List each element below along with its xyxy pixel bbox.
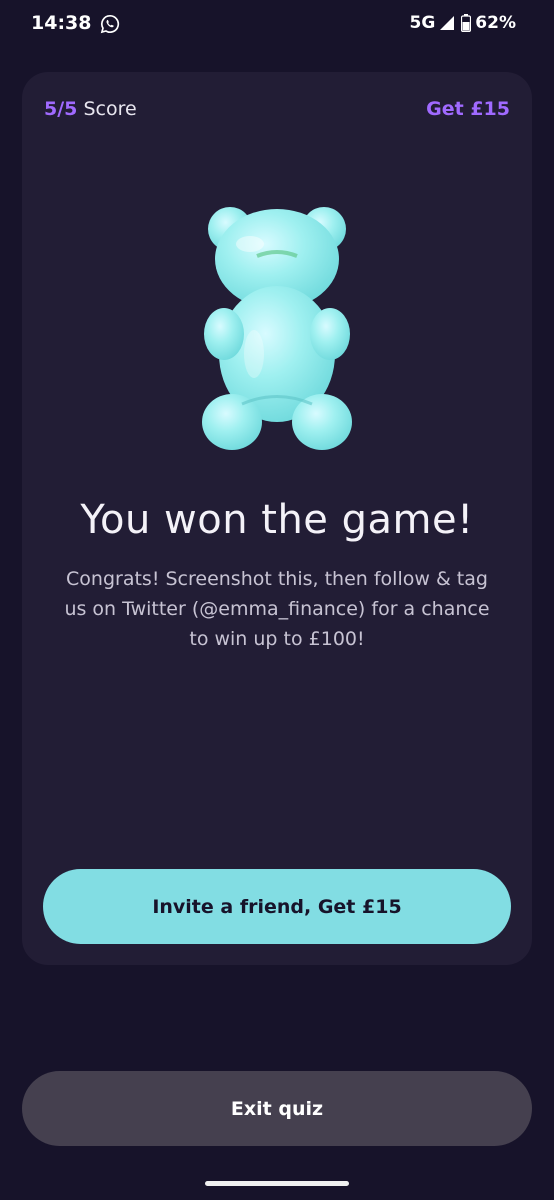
signal-icon <box>440 16 455 30</box>
home-indicator[interactable] <box>205 1181 349 1186</box>
headline: You won the game! <box>80 497 474 543</box>
exit-quiz-button[interactable]: Exit quiz <box>22 1071 532 1146</box>
score-label: Score <box>83 98 137 120</box>
status-time: 14:38 <box>31 12 92 34</box>
congrats-message: Congrats! Screenshot this, then follow &… <box>64 568 490 650</box>
get-reward-link[interactable]: Get £15 <box>426 98 510 120</box>
network-label: 5G <box>409 13 436 33</box>
invite-friend-button[interactable]: Invite a friend, Get £15 <box>43 869 511 944</box>
status-bar: 14:38 5G 62% <box>0 0 554 50</box>
whatsapp-icon <box>100 14 120 34</box>
gummy-bear-image <box>202 207 352 450</box>
score-value: 5/5 <box>44 98 78 120</box>
battery-icon <box>461 14 472 32</box>
battery-percent: 62% <box>475 13 516 33</box>
score-display: 5/5 Score <box>44 98 137 120</box>
status-indicators: 5G 62% <box>410 13 517 33</box>
quiz-result-card: 5/5 Score Get £15 You won the game! Cong… <box>22 72 532 965</box>
